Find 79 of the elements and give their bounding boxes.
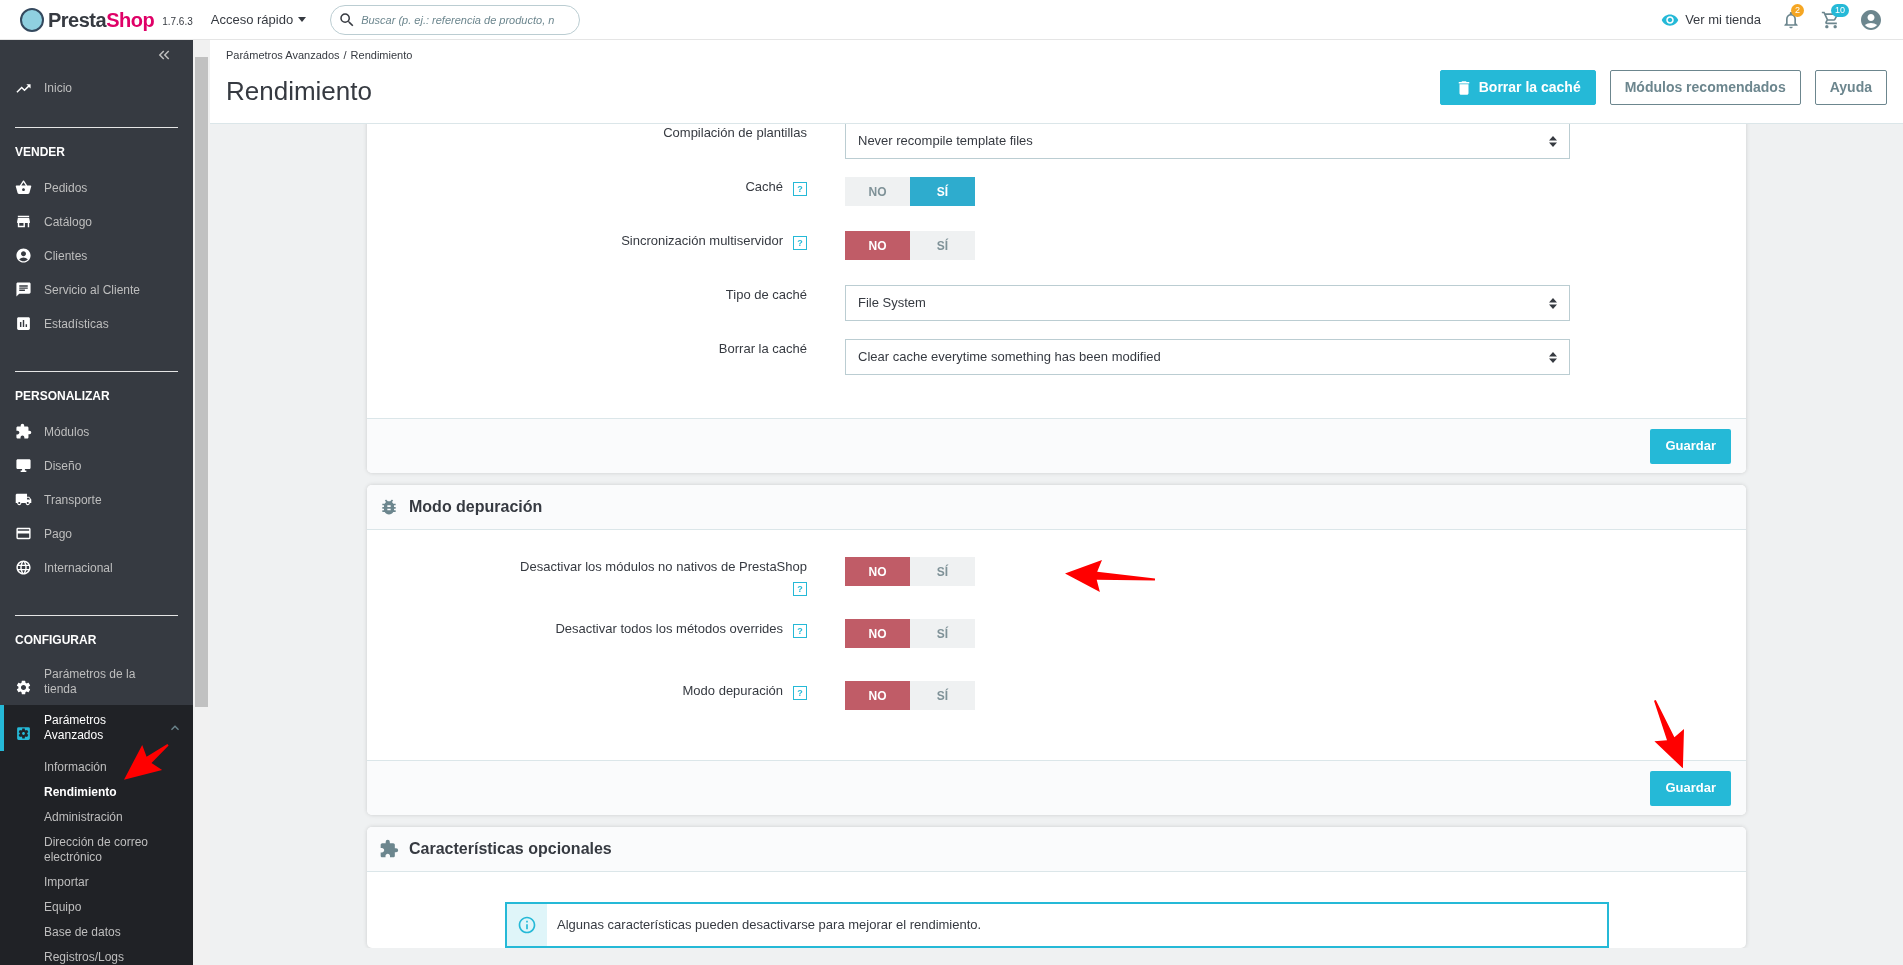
select-field[interactable]: File System xyxy=(845,285,1570,321)
sort-arrows-icon xyxy=(1549,135,1557,147)
caret-icon xyxy=(298,17,307,22)
toggle-option[interactable]: NO xyxy=(845,557,910,586)
settings-icon xyxy=(15,725,32,742)
sidebar-section-title: CONFIGURAR xyxy=(15,632,97,649)
breadcrumb-link[interactable]: Parámetros Avanzados xyxy=(226,47,340,64)
toggle-option[interactable]: NO xyxy=(845,681,910,710)
logo-icon xyxy=(20,7,44,32)
view-store-link[interactable]: Ver mi tienda xyxy=(1661,9,1761,30)
puzzle-icon xyxy=(379,839,399,859)
select-field[interactable]: Clear cache everytime something has been modified xyxy=(845,339,1570,375)
breadcrumb-link[interactable]: Rendimiento xyxy=(350,47,413,64)
field-label: Desactivar todos los métodos overrides xyxy=(555,621,783,636)
field-label: Tipo de caché xyxy=(725,287,807,302)
sort-arrows-icon xyxy=(1549,351,1557,363)
sidebar-item[interactable]: Inicio xyxy=(0,79,193,97)
sidebar-subitem[interactable]: Dirección de correo electrónico xyxy=(0,830,193,870)
sidebar-subitem[interactable]: Rendimiento xyxy=(0,780,193,805)
sidebar-item[interactable]: Catálogo xyxy=(0,205,193,239)
sidebar-item[interactable]: Servicio al Cliente xyxy=(0,273,193,307)
bug-icon xyxy=(379,497,399,517)
sidebar-item[interactable]: Pedidos xyxy=(0,171,193,205)
annotation-arrow xyxy=(1654,699,1685,768)
quick-access-dropdown[interactable]: Acceso rápido xyxy=(210,9,307,30)
monitor-icon xyxy=(15,457,32,474)
version-label: 1.7.6.3 xyxy=(162,15,193,29)
chat-icon xyxy=(15,281,32,298)
field-label: Borrar la caché xyxy=(718,341,807,356)
notification-badge: 10 xyxy=(1831,3,1849,17)
chart-icon xyxy=(15,315,32,332)
info-icon xyxy=(517,915,537,935)
field-label: Desactivar los módulos no nativos de PrestaShop xyxy=(520,559,807,574)
sidebar-section-title: VENDER xyxy=(15,144,65,161)
breadcrumb-separator: / xyxy=(343,48,347,63)
field-label: Sincronización multiservidor xyxy=(621,233,783,248)
sidebar-item[interactable]: Módulos xyxy=(0,415,193,449)
sidebar-item[interactable]: Pago xyxy=(0,517,193,551)
toggle-option[interactable]: NO xyxy=(845,231,910,260)
puzzle-icon xyxy=(15,423,32,440)
card-icon xyxy=(15,525,32,542)
toggle-option[interactable]: NO xyxy=(845,619,910,648)
globe-icon xyxy=(15,559,32,576)
sidebar-item[interactable]: Parámetros de la tienda xyxy=(0,659,193,705)
logo[interactable]: PrestaShop xyxy=(48,4,155,35)
bell-icon[interactable] xyxy=(1781,9,1801,30)
sidebar-item[interactable]: Transporte xyxy=(0,483,193,517)
truck-icon xyxy=(15,491,32,508)
sidebar-subitem[interactable]: Base de datos xyxy=(0,920,193,945)
sidebar-item[interactable]: Clientes xyxy=(0,239,193,273)
sidebar-item[interactable]: Internacional xyxy=(0,551,193,585)
panel-title: Características opcionales xyxy=(409,839,612,859)
sidebar-subitem[interactable]: Registros/Logs xyxy=(0,945,193,965)
toolbar-button[interactable]: Módulos recomendados xyxy=(1609,70,1801,105)
sidebar-subitem[interactable]: Equipo xyxy=(0,895,193,920)
store-icon xyxy=(15,213,32,230)
sidebar-section-title: PERSONALIZAR xyxy=(15,388,110,405)
basket-icon xyxy=(15,179,32,196)
sidebar-subitem[interactable]: Administración xyxy=(0,805,193,830)
sidebar-subitem[interactable]: Importar xyxy=(0,870,193,895)
page-title: Rendimiento xyxy=(226,74,372,108)
user-avatar-icon[interactable] xyxy=(1859,7,1883,32)
field-label: Modo depuración xyxy=(682,683,783,698)
search-field[interactable]: Buscar (p. ej.: referencia de producto, n xyxy=(330,4,581,35)
panel-title: Modo depuración xyxy=(409,497,543,517)
notification-badge: 2 xyxy=(1791,3,1804,17)
annotation-arrow xyxy=(124,744,169,780)
sort-arrows-icon xyxy=(1549,297,1557,309)
field-label: Caché xyxy=(745,179,783,194)
sidebar-item[interactable]: Diseño xyxy=(0,449,193,483)
sidebar-subitem[interactable]: Información xyxy=(0,755,193,780)
select-field[interactable]: Never recompile template files xyxy=(845,124,1570,159)
alert-text: Algunas características pueden desactivarse para mejorar el rendimiento. xyxy=(557,916,982,935)
user-icon xyxy=(15,247,32,264)
toolbar-button[interactable]: Ayuda xyxy=(1814,70,1887,105)
field-label: Compilación de plantillas xyxy=(663,125,807,140)
sidebar-item[interactable]: Estadísticas xyxy=(0,307,193,341)
sidebar-item[interactable]: Parámetros Avanzados xyxy=(0,705,193,751)
settings-icon xyxy=(15,679,32,696)
